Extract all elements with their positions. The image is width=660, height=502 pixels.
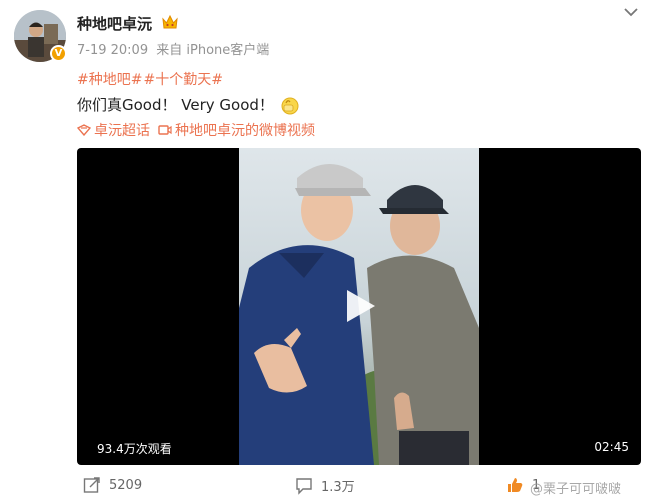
thumbs-emoji-icon [281, 97, 299, 114]
video-player[interactable]: 93.4万次观看 02:45 [77, 148, 641, 465]
post-text-row: 你们真Good！ Very Good！ [77, 94, 300, 115]
hashtag-link[interactable]: #种地吧# [77, 72, 142, 88]
view-count: 93.4万次观看 [97, 442, 172, 456]
comment-count: 1.3万 [321, 480, 355, 495]
username[interactable]: 种地吧卓沅 [77, 13, 152, 34]
post-text: 你们真Good！ Very Good！ [77, 96, 274, 114]
forward-count: 5209 [109, 477, 143, 493]
post-source: 来自 iPhone客户端 [156, 43, 270, 58]
video-link-icon [158, 125, 172, 135]
supertopic-link[interactable]: 卓沅超话 [77, 120, 150, 140]
supertopic-icon [77, 124, 91, 136]
post-time[interactable]: 7-19 20:09 [77, 43, 148, 58]
video-link[interactable]: 种地吧卓沅的微博视频 [158, 120, 315, 140]
post-links: 卓沅超话 种地吧卓沅的微博视频 [77, 120, 323, 140]
chevron-down-icon[interactable] [622, 5, 640, 19]
post-meta: 7-19 20:09 来自 iPhone客户端 [77, 39, 273, 58]
verified-badge: V [50, 45, 67, 62]
thumbs-up-icon [508, 478, 523, 492]
watermark: @栗子可可啵啵 [530, 482, 622, 497]
comment-button[interactable]: 1.3万 [295, 476, 355, 495]
fan-crown-icon [162, 14, 178, 29]
play-icon[interactable] [343, 288, 377, 324]
supertopic-label: 卓沅超话 [94, 123, 150, 139]
video-link-label: 种地吧卓沅的微博视频 [175, 123, 315, 139]
hashtag-link[interactable]: #十个勤天# [143, 72, 222, 88]
share-icon [83, 477, 100, 493]
hashtags: #种地吧##十个勤天# [77, 69, 224, 89]
video-duration: 02:45 [594, 440, 629, 454]
forward-button[interactable]: 5209 [83, 476, 142, 494]
comment-icon [296, 477, 312, 495]
